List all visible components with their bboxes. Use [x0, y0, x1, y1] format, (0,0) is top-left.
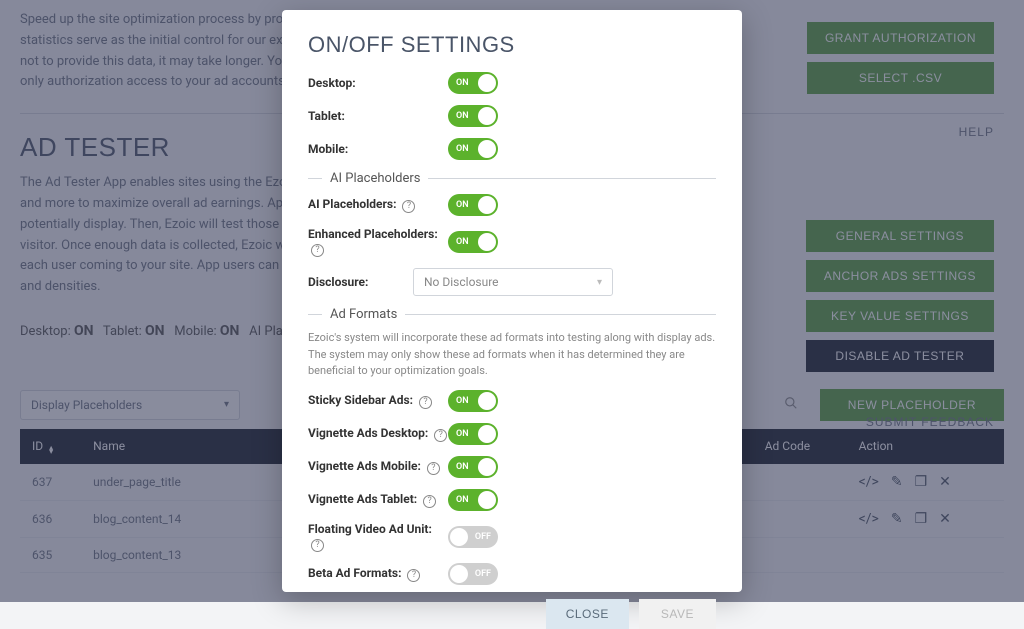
info-icon[interactable]: ?: [427, 462, 440, 475]
beta-formats-label: Beta Ad Formats: ?: [308, 566, 448, 582]
floating-video-toggle[interactable]: OFF: [448, 526, 498, 548]
mobile-label: Mobile:: [308, 142, 448, 156]
beta-formats-toggle[interactable]: OFF: [448, 563, 498, 585]
vignette-mobile-toggle[interactable]: ON: [448, 456, 498, 478]
info-icon[interactable]: ?: [434, 429, 447, 442]
ai-placeholders-toggle[interactable]: ON: [448, 194, 498, 216]
adformats-desc: Ezoic's system will incorporate these ad…: [308, 330, 716, 380]
info-icon[interactable]: ?: [311, 539, 324, 552]
adformats-section-label: Ad Formats: [330, 307, 397, 322]
ai-placeholders-label: AI Placeholders: ?: [308, 197, 448, 213]
save-button[interactable]: SAVE: [639, 599, 716, 629]
chevron-down-icon: ▾: [597, 277, 602, 288]
tablet-toggle[interactable]: ON: [448, 105, 498, 127]
sticky-sidebar-label: Sticky Sidebar Ads: ?: [308, 393, 448, 409]
vignette-tablet-label: Vignette Ads Tablet: ?: [308, 492, 448, 508]
info-icon[interactable]: ?: [407, 569, 420, 582]
close-button[interactable]: CLOSE: [546, 599, 629, 629]
floating-video-label: Floating Video Ad Unit: ?: [308, 522, 448, 552]
enhanced-placeholders-toggle[interactable]: ON: [448, 231, 498, 253]
disclosure-label: Disclosure:: [308, 275, 413, 289]
info-icon[interactable]: ?: [402, 200, 415, 213]
settings-modal: ON/OFF SETTINGS Desktop: ON Tablet: ON M…: [282, 10, 742, 592]
info-icon[interactable]: ?: [311, 244, 324, 257]
tablet-label: Tablet:: [308, 109, 448, 123]
info-icon[interactable]: ?: [419, 396, 432, 409]
sticky-sidebar-toggle[interactable]: ON: [448, 390, 498, 412]
info-icon[interactable]: ?: [423, 495, 436, 508]
desktop-toggle[interactable]: ON: [448, 72, 498, 94]
vignette-desktop-label: Vignette Ads Desktop: ?: [308, 426, 448, 442]
mobile-toggle[interactable]: ON: [448, 138, 498, 160]
ai-section-label: AI Placeholders: [330, 171, 420, 186]
modal-title: ON/OFF SETTINGS: [308, 32, 716, 58]
desktop-label: Desktop:: [308, 76, 448, 90]
vignette-tablet-toggle[interactable]: ON: [448, 489, 498, 511]
modal-overlay: ON/OFF SETTINGS Desktop: ON Tablet: ON M…: [0, 0, 1024, 602]
enhanced-placeholders-label: Enhanced Placeholders: ?: [308, 227, 448, 257]
disclosure-select[interactable]: No Disclosure ▾: [413, 268, 613, 296]
vignette-desktop-toggle[interactable]: ON: [448, 423, 498, 445]
vignette-mobile-label: Vignette Ads Mobile: ?: [308, 459, 448, 475]
